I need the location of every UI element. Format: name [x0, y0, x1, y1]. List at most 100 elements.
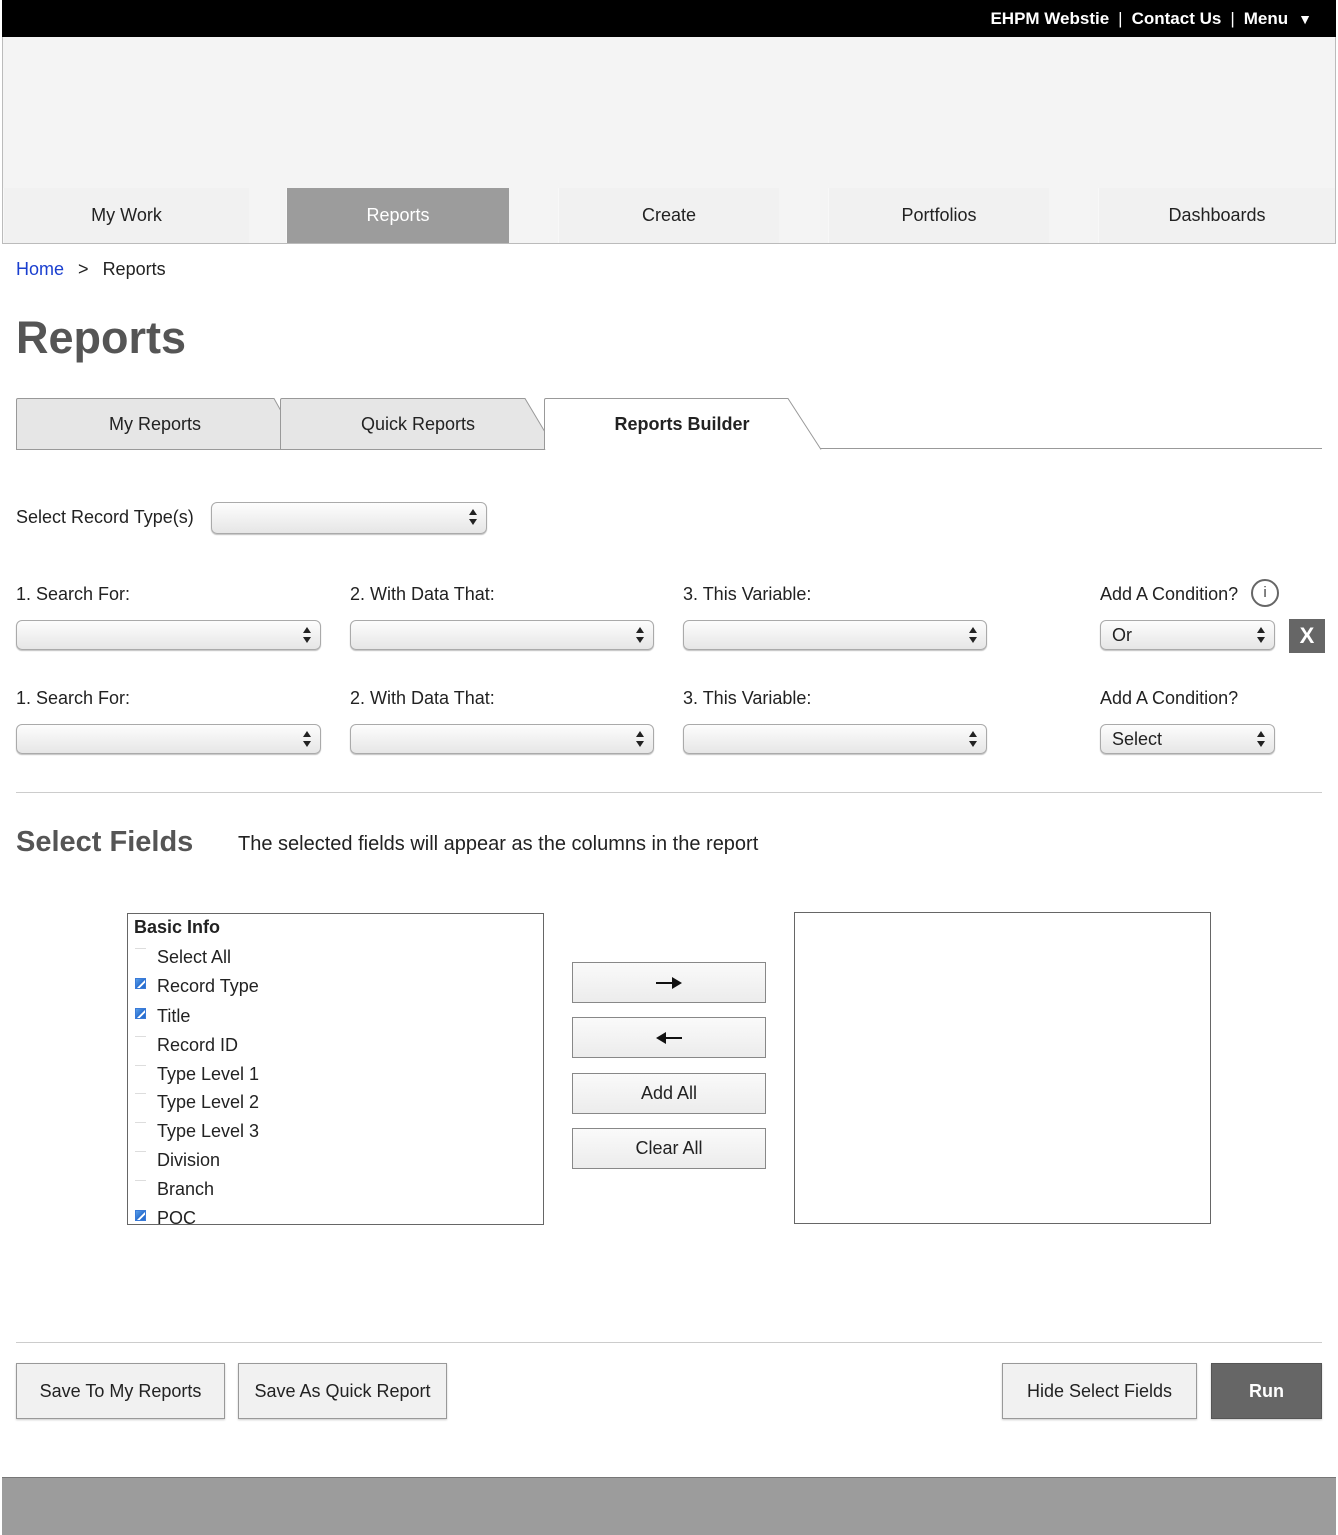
select-value: Or — [1112, 625, 1132, 645]
list-item[interactable]: Title — [128, 1004, 543, 1030]
list-item[interactable]: POC — [128, 1206, 543, 1225]
variable-select[interactable] — [683, 620, 987, 650]
checkbox[interactable] — [135, 1065, 146, 1066]
save-to-my-reports-button[interactable]: Save To My Reports — [16, 1363, 225, 1419]
add-all-button[interactable]: Add All — [572, 1073, 766, 1114]
nav-item-reports[interactable]: Reports — [286, 188, 509, 243]
with-data-select[interactable] — [350, 620, 654, 650]
up-down-arrows-icon — [636, 627, 644, 643]
run-button[interactable]: Run — [1211, 1363, 1322, 1419]
variable-select[interactable] — [683, 724, 987, 754]
search-for-label: 1. Search For: — [16, 584, 131, 604]
record-type-select[interactable] — [211, 502, 487, 534]
arrow-right-icon — [656, 976, 682, 989]
list-item-label: Branch — [157, 1179, 215, 1199]
contact-us-link[interactable]: Contact Us — [1132, 9, 1222, 29]
tab-reports-builder[interactable]: Reports Builder — [544, 398, 822, 450]
list-item-label: Select All — [157, 947, 232, 967]
select-value: Select — [1112, 729, 1163, 749]
hide-select-fields-button[interactable]: Hide Select Fields — [1002, 1363, 1197, 1419]
with-data-select[interactable] — [350, 724, 654, 754]
move-right-button[interactable] — [572, 962, 766, 1003]
breadcrumb-home-link[interactable]: Home — [16, 259, 64, 279]
list-item[interactable]: Division — [128, 1148, 543, 1174]
nav-label: Reports — [366, 205, 430, 225]
checkbox[interactable] — [135, 1180, 146, 1181]
list-item-label: Division — [157, 1150, 221, 1170]
tab-quick-reports[interactable]: Quick Reports — [280, 398, 546, 450]
checkbox[interactable] — [135, 1093, 146, 1094]
remove-condition-button[interactable]: X — [1289, 619, 1325, 653]
add-condition-label: Add A Condition? — [1100, 688, 1239, 708]
nav-item-my-work[interactable]: My Work — [3, 188, 249, 243]
list-item-label: Title — [157, 1006, 191, 1026]
up-down-arrows-icon — [303, 627, 311, 643]
tab-label: My Reports — [108, 414, 202, 434]
nav-label: My Work — [91, 205, 162, 225]
menu-link[interactable]: Menu — [1244, 9, 1288, 29]
top-link-separator: | — [1230, 9, 1235, 28]
breadcrumb-current: Reports — [102, 259, 166, 279]
save-as-quick-report-button[interactable]: Save As Quick Report — [238, 1363, 447, 1419]
page-title: Reports — [16, 312, 187, 363]
variable-label: 3. This Variable: — [683, 688, 812, 708]
field-group-label: Basic Info — [134, 917, 221, 937]
footer-bar — [2, 1477, 1336, 1535]
checkbox[interactable] — [135, 1151, 146, 1152]
top-link-separator: | — [1118, 9, 1123, 28]
divider — [16, 792, 1322, 793]
list-item[interactable]: Type Level 2 — [128, 1090, 543, 1116]
top-links: EHPM Webstie | Contact Us | Menu ▼ — [990, 9, 1312, 29]
nav-item-create[interactable]: Create — [558, 188, 779, 243]
tab-label: Reports Builder — [614, 414, 750, 434]
list-item[interactable]: Type Level 3 — [128, 1119, 543, 1145]
up-down-arrows-icon — [303, 731, 311, 747]
checkbox-checked[interactable] — [135, 1210, 146, 1221]
available-fields-list[interactable]: Basic Info Select All Record Type Title … — [127, 913, 544, 1225]
tab-my-reports[interactable]: My Reports — [16, 398, 282, 450]
checkbox-checked[interactable] — [135, 1008, 146, 1019]
list-item-label: Type Level 2 — [157, 1092, 260, 1112]
list-item-label: Type Level 1 — [157, 1064, 260, 1084]
add-condition-select[interactable]: Select — [1100, 724, 1275, 754]
tab-label: Quick Reports — [360, 414, 476, 434]
with-data-label: 2. With Data That: — [350, 688, 495, 708]
with-data-label: 2. With Data That: — [350, 584, 495, 604]
search-for-select[interactable] — [16, 724, 321, 754]
variable-label: 3. This Variable: — [683, 584, 812, 604]
selected-fields-list[interactable] — [794, 912, 1211, 1224]
list-item-label: POC — [157, 1208, 197, 1225]
add-condition-select[interactable]: Or — [1100, 620, 1275, 650]
checkbox[interactable] — [135, 948, 146, 949]
ehpm-website-link[interactable]: EHPM Webstie — [990, 9, 1109, 29]
nav-label: Create — [641, 205, 697, 225]
menu-triangle-icon[interactable]: ▼ — [1298, 11, 1312, 27]
checkbox[interactable] — [135, 1036, 146, 1037]
search-for-select[interactable] — [16, 620, 321, 650]
info-icon[interactable]: i — [1251, 579, 1279, 607]
breadcrumb: Home > Reports — [16, 259, 166, 280]
nav-item-dashboards[interactable]: Dashboards — [1098, 188, 1335, 243]
add-condition-label: Add A Condition? — [1100, 584, 1239, 604]
checkbox-checked[interactable] — [135, 978, 146, 989]
list-item[interactable]: Branch — [128, 1177, 543, 1203]
list-item[interactable]: Select All — [128, 945, 543, 971]
move-left-button[interactable] — [572, 1017, 766, 1058]
checkbox[interactable] — [135, 1122, 146, 1123]
up-down-arrows-icon — [636, 731, 644, 747]
divider — [16, 1342, 1322, 1343]
up-down-arrows-icon — [969, 627, 977, 643]
nav-item-portfolios[interactable]: Portfolios — [828, 188, 1049, 243]
list-item[interactable]: Record Type — [128, 974, 543, 1000]
list-item[interactable]: Record ID — [128, 1033, 543, 1059]
select-fields-title: Select Fields — [16, 826, 194, 858]
record-type-label: Select Record Type(s) — [16, 507, 194, 527]
list-item-label: Type Level 3 — [157, 1121, 260, 1141]
clear-all-button[interactable]: Clear All — [572, 1128, 766, 1169]
up-down-arrows-icon — [469, 509, 477, 525]
nav-label: Portfolios — [901, 205, 977, 225]
list-item[interactable]: Type Level 1 — [128, 1062, 543, 1088]
tab-baseline — [816, 448, 1322, 449]
nav-label: Dashboards — [1168, 205, 1266, 225]
breadcrumb-separator: > — [78, 259, 89, 279]
